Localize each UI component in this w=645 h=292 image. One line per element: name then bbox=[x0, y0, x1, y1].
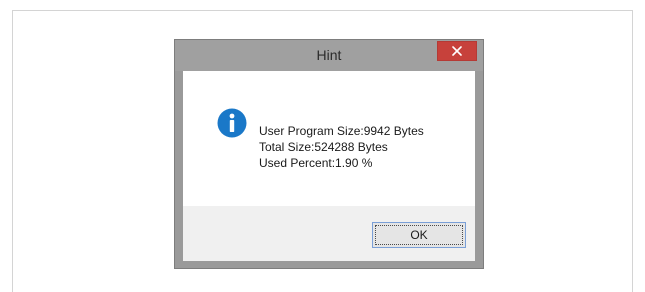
message-line-program-size: User Program Size:9942 Bytes bbox=[259, 124, 424, 138]
dialog-body: User Program Size:9942 Bytes Total Size:… bbox=[183, 71, 475, 261]
close-icon bbox=[452, 46, 462, 56]
ok-button[interactable]: OK bbox=[372, 222, 466, 248]
message-line-used-percent: Used Percent:1.90 % bbox=[259, 156, 373, 170]
hint-dialog: Hint User Program Size:9942 Bytes Total … bbox=[174, 39, 484, 269]
message-line-total-size: Total Size:524288 Bytes bbox=[259, 140, 388, 154]
message-area: User Program Size:9942 Bytes Total Size:… bbox=[183, 71, 475, 206]
message-text: User Program Size:9942 Bytes Total Size:… bbox=[259, 123, 424, 171]
close-button[interactable] bbox=[437, 41, 477, 61]
button-bar: OK bbox=[183, 206, 475, 261]
page: Hint User Program Size:9942 Bytes Total … bbox=[0, 0, 645, 292]
title-bar[interactable]: Hint bbox=[175, 40, 483, 71]
info-icon bbox=[217, 108, 247, 138]
